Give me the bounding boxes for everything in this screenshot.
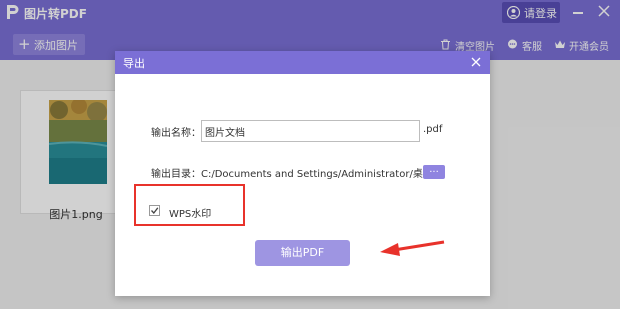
output-dir-label: 输出目录：C:/Documents and Settings/Administr… [151, 169, 433, 180]
file-extension: .pdf [423, 124, 443, 135]
dialog-title: 导出 [123, 57, 145, 70]
browse-button[interactable]: ... [423, 165, 445, 179]
output-name-label: 输出名称： [151, 128, 201, 139]
output-name-input[interactable] [201, 120, 420, 142]
export-pdf-button[interactable]: 输出PDF [255, 240, 350, 266]
red-arrow-icon [380, 240, 445, 256]
highlight-box [134, 184, 245, 226]
dialog-close-icon[interactable] [471, 57, 481, 67]
dialog-header: 导出 [115, 51, 490, 74]
